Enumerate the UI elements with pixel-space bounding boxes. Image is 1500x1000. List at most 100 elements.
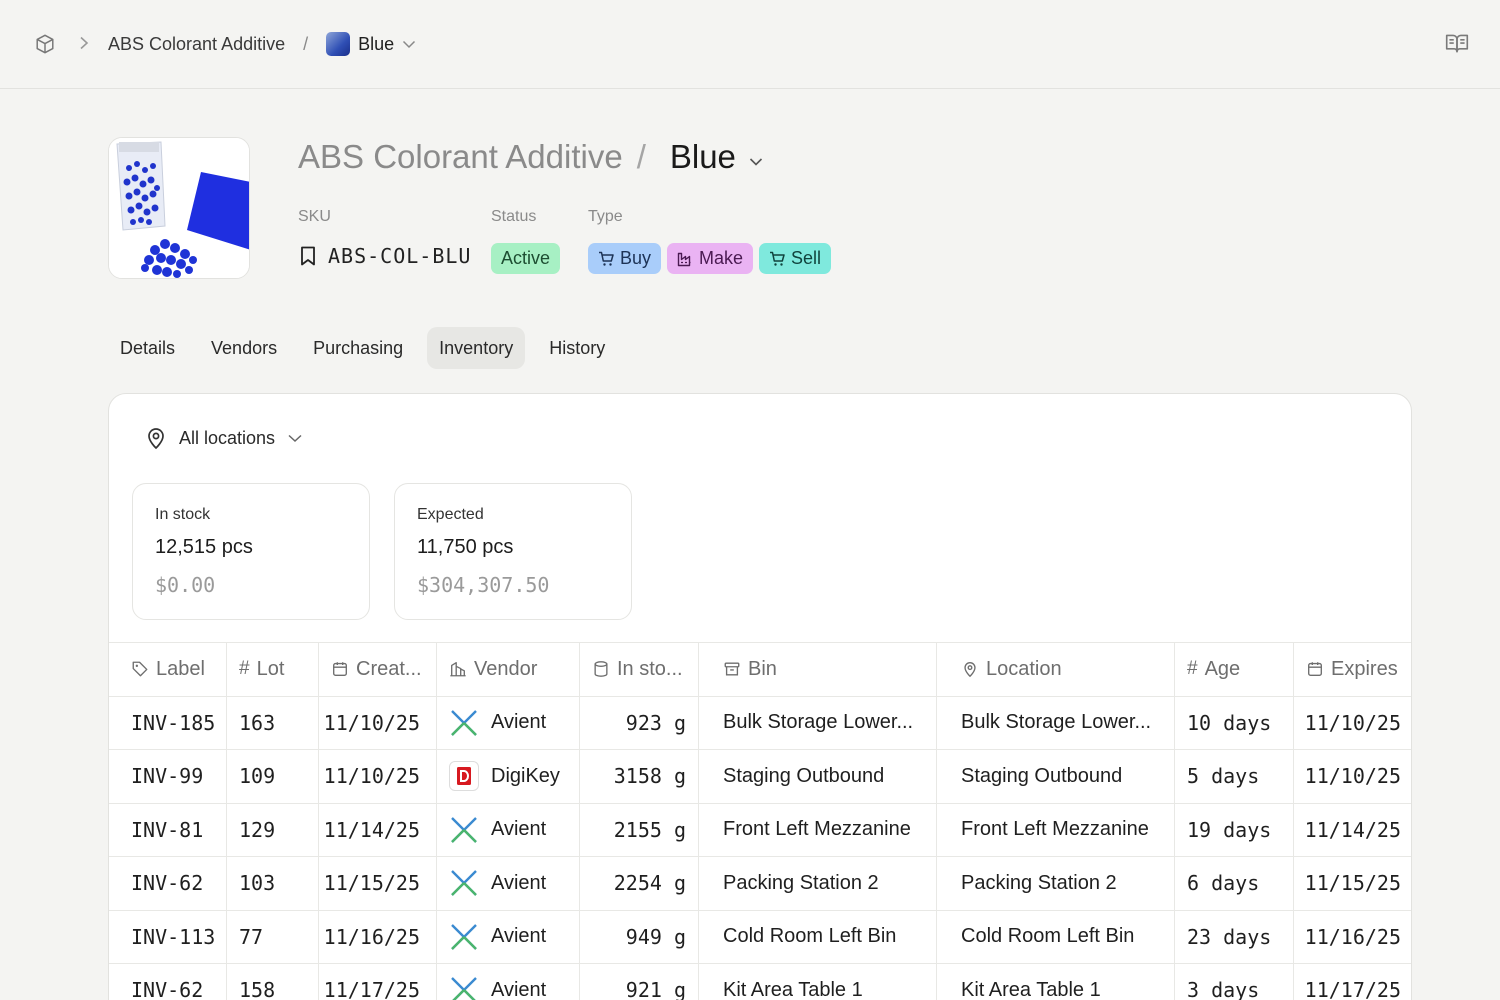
table-row[interactable]: INV-62 103 11/15/25 Avient 2254 g Packin… [109,856,1411,910]
cell-bin: Packing Station 2 [699,857,937,910]
expected-label: Expected [417,506,484,523]
in-stock-qty: 12,515 pcs [155,536,253,558]
cell-vendor[interactable]: Avient [437,696,580,749]
bookmark-icon [301,246,315,266]
location-select[interactable]: All locations [145,426,303,450]
title-parent[interactable]: ABS Colorant Additive [298,138,623,176]
cell-created: 11/10/25 [319,696,437,749]
tab-inventory[interactable]: Inventory [427,327,526,369]
cart-icon [770,251,785,266]
cell-label[interactable]: INV-113 [109,910,227,963]
cell-expires: 11/14/25 [1304,817,1401,842]
sku-value: ABS-COL-BLU [298,244,471,268]
cell-lot: 163 [227,696,319,749]
vendor-name: DigiKey [491,764,560,787]
tab-details[interactable]: Details [108,327,187,369]
tab-vendors[interactable]: Vendors [199,327,289,369]
cell-vendor[interactable]: Avient [437,910,580,963]
calendar-icon [1308,662,1322,677]
cell-label[interactable]: INV-81 [109,803,227,856]
cell-vendor[interactable]: Avient [437,803,580,856]
hash-icon: # [1187,658,1198,680]
tab-purchasing[interactable]: Purchasing [301,327,415,369]
column-header-label-text: Label [156,657,205,680]
cell-in-stock: 921 g [580,964,699,1000]
expected-card: Expected 11,750 pcs $304,307.50 [394,483,632,620]
table-row[interactable]: INV-99 109 11/10/25 DigiKey 3158 g Stagi… [109,749,1411,803]
cell-label[interactable]: INV-185 [109,696,227,749]
chevron-down-icon [403,40,416,49]
building-icon [450,662,466,677]
cell-location: Packing Station 2 [937,857,1175,910]
cell-created: 11/14/25 [319,803,437,856]
column-header-vendor-text: Vendor [474,657,538,680]
title-variant[interactable]: Blue [670,138,736,176]
cell-location: Kit Area Table 1 [937,964,1175,1000]
table-row[interactable]: INV-62 158 11/17/25 Avient 921 g Kit Are… [109,963,1411,1000]
variant-chevron-down-icon[interactable] [748,138,764,176]
breadcrumb-current[interactable]: Blue [326,32,416,56]
column-header-bin[interactable]: Bin [699,643,937,696]
column-header-lot[interactable]: # Lot [227,643,319,696]
table-row[interactable]: INV-185 163 11/10/25 Avient 923 g Bulk S… [109,695,1411,749]
cell-label[interactable]: INV-62 [109,964,227,1000]
avient-logo-icon [449,708,479,738]
column-header-age-text: Age [1204,657,1241,680]
table-row[interactable]: INV-81 129 11/14/25 Avient 2155 g Front … [109,802,1411,856]
inventory-panel: All locations In stock 12,515 pcs $0.00 … [108,393,1412,1000]
cell-expires: 11/17/25 [1304,978,1401,1000]
expected-qty: 11,750 pcs [417,536,514,558]
cell-bin: Staging Outbound [699,750,937,803]
cell-vendor[interactable]: Avient [437,964,580,1000]
cell-vendor[interactable]: DigiKey [437,750,580,803]
tab-bar: Details Vendors Purchasing Inventory His… [108,327,629,369]
chevron-down-icon [288,434,302,443]
cell-age: 5 days [1175,750,1294,803]
sku-text: ABS-COL-BLU [328,244,472,268]
database-icon [594,661,608,678]
cell-lot: 109 [227,750,319,803]
cell-vendor[interactable]: Avient [437,857,580,910]
cell-age: 10 days [1175,696,1294,749]
table-row[interactable]: INV-113 77 11/16/25 Avient 949 g Cold Ro… [109,909,1411,963]
variant-thumbnail [326,32,351,56]
cell-label[interactable]: INV-99 [109,750,227,803]
expected-value: $304,307.50 [417,573,550,597]
column-header-label[interactable]: Label [109,643,227,696]
column-header-created[interactable]: Creat... [319,643,437,696]
column-header-in-stock[interactable]: In sto... [580,643,699,696]
avient-logo-icon [449,868,479,898]
book-open-icon[interactable] [1444,30,1470,56]
column-header-location[interactable]: Location [937,643,1175,696]
cell-bin: Bulk Storage Lower... [699,696,937,749]
status-badge: Active [491,243,561,274]
table-header: Label # Lot Creat... Vendor In sto... Bi… [109,642,1411,696]
box-icon[interactable] [32,31,58,57]
vendor-name: Avient [491,925,547,948]
product-image[interactable] [108,137,250,279]
cell-location: Staging Outbound [937,750,1175,803]
cell-age: 6 days [1175,857,1294,910]
cell-lot: 158 [227,964,319,1000]
cell-location: Front Left Mezzanine [937,803,1175,856]
top-bar: ABS Colorant Additive / Blue [0,0,1500,89]
tag-icon [132,661,148,677]
type-badge-sell: Sell [759,243,832,274]
cell-label[interactable]: INV-62 [109,857,227,910]
cell-age: 19 days [1175,803,1294,856]
status-badge-label: Active [501,248,551,268]
column-header-expires[interactable]: Expires [1294,643,1411,696]
type-badge-buy: Buy [588,243,662,274]
type-badge-make: Make [667,243,754,274]
vendor-name: Avient [491,978,547,1000]
breadcrumb-parent[interactable]: ABS Colorant Additive [108,34,285,55]
tab-history[interactable]: History [537,327,617,369]
cell-expires: 11/10/25 [1304,764,1401,789]
column-header-vendor[interactable]: Vendor [437,643,580,696]
calendar-icon [333,662,347,677]
type-label: Type [588,208,623,225]
type-badge-sell-label: Sell [791,248,822,268]
column-header-age[interactable]: # Age [1175,643,1294,696]
cell-created: 11/15/25 [319,857,437,910]
sku-label: SKU [298,208,331,225]
